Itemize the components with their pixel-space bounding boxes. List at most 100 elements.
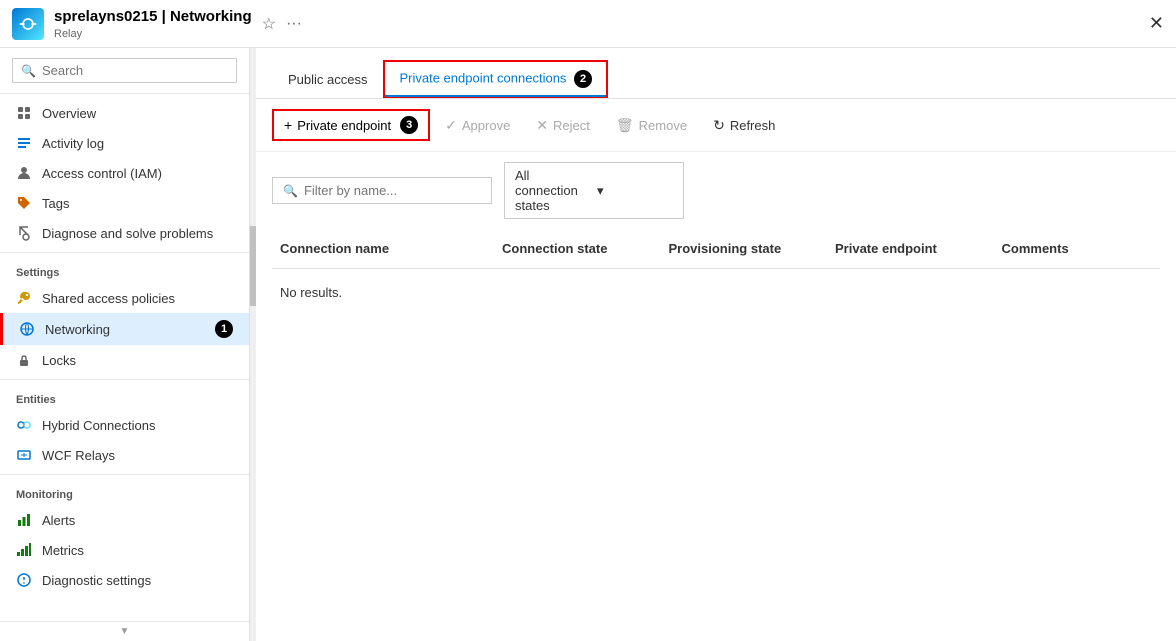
col-connection-name: Connection name	[272, 237, 494, 260]
sidebar-item-networking[interactable]: Networking 1	[0, 313, 249, 345]
scroll-down-indicator: ▼	[0, 621, 249, 641]
sidebar-item-label: WCF Relays	[42, 448, 115, 463]
sidebar-scrollbar	[250, 48, 256, 641]
main-layout: 🔍 Overview Activity log	[0, 48, 1176, 641]
page-title: sprelayns0215 | Networking	[54, 8, 252, 25]
sidebar-item-label: Networking	[45, 322, 110, 337]
private-endpoint-button[interactable]: + Private endpoint 3	[272, 109, 430, 141]
button-label: Approve	[462, 118, 510, 133]
sidebar-item-hybrid-connections[interactable]: Hybrid Connections	[0, 410, 249, 440]
section-monitoring: Monitoring	[0, 474, 249, 505]
lock-icon	[16, 352, 32, 368]
sidebar-search: 🔍	[0, 48, 249, 94]
sidebar-item-label: Shared access policies	[42, 291, 175, 306]
sidebar-item-locks[interactable]: Locks	[0, 345, 249, 375]
chevron-down-icon: ▾	[597, 183, 673, 199]
tab-label: Private endpoint connections	[399, 70, 566, 85]
favorite-button[interactable]: ☆	[262, 14, 276, 34]
table-header: Connection name Connection state Provisi…	[272, 229, 1160, 269]
search-box: 🔍	[12, 58, 237, 83]
overview-icon	[16, 105, 32, 121]
col-connection-state: Connection state	[494, 237, 661, 260]
step-badge-1: 1	[215, 320, 233, 338]
search-input[interactable]	[42, 63, 228, 78]
connection-state-dropdown[interactable]: All connection states ▾	[504, 162, 684, 219]
sidebar-item-label: Access control (IAM)	[42, 166, 162, 181]
diagnostic-icon	[16, 572, 32, 588]
button-label: Remove	[639, 118, 687, 133]
remove-button[interactable]: 🗑 Remove	[605, 111, 698, 140]
section-entities: Entities	[0, 379, 249, 410]
plus-icon: +	[284, 117, 292, 133]
alerts-icon	[16, 512, 32, 528]
more-button[interactable]: ···	[286, 15, 302, 33]
filter-input-box: 🔍	[272, 177, 492, 204]
sidebar-item-wcf-relays[interactable]: WCF Relays	[0, 440, 249, 470]
wcf-icon	[16, 447, 32, 463]
title-bar: sprelayns0215 | Networking Relay ☆ ··· ✕	[0, 0, 1176, 48]
sidebar-item-label: Locks	[42, 353, 76, 368]
col-provisioning-state: Provisioning state	[661, 237, 828, 260]
toolbar: + Private endpoint 3 ✓ Approve ✕ Reject …	[256, 99, 1176, 152]
sidebar-item-label: Tags	[42, 196, 69, 211]
col-comments: Comments	[994, 237, 1161, 260]
sidebar-item-tags[interactable]: Tags	[0, 188, 249, 218]
sidebar-item-label: Hybrid Connections	[42, 418, 155, 433]
search-icon: 🔍	[21, 64, 36, 78]
network-icon	[19, 321, 35, 337]
sidebar-item-label: Activity log	[42, 136, 104, 151]
no-results-message: No results.	[272, 269, 1160, 316]
filter-row: 🔍 All connection states ▾	[256, 152, 1176, 229]
tags-icon	[16, 195, 32, 211]
sidebar: 🔍 Overview Activity log	[0, 48, 250, 641]
sidebar-item-label: Diagnostic settings	[42, 573, 151, 588]
activity-log-icon	[16, 135, 32, 151]
sidebar-item-activity-log[interactable]: Activity log	[0, 128, 249, 158]
tabs: Public access Private endpoint connectio…	[256, 60, 1176, 99]
reject-icon: ✕	[536, 117, 548, 134]
filter-icon: 🔍	[283, 184, 298, 198]
filter-input[interactable]	[304, 183, 481, 198]
step-badge-2: 2	[574, 70, 592, 88]
sidebar-item-diagnose[interactable]: Diagnose and solve problems	[0, 218, 249, 248]
content-area: Public access Private endpoint connectio…	[256, 48, 1176, 641]
metrics-icon	[16, 542, 32, 558]
button-label: Private endpoint	[297, 118, 391, 133]
close-button[interactable]: ✕	[1149, 13, 1164, 34]
tab-public-access[interactable]: Public access	[272, 60, 383, 98]
table-container: Connection name Connection state Provisi…	[256, 229, 1176, 316]
step-badge-3: 3	[400, 116, 418, 134]
refresh-icon: ↻	[713, 117, 725, 134]
remove-icon: 🗑	[616, 117, 634, 134]
button-label: Reject	[553, 118, 590, 133]
sidebar-item-diagnostic-settings[interactable]: Diagnostic settings	[0, 565, 249, 595]
dropdown-label: All connection states	[515, 168, 591, 213]
sidebar-item-label: Overview	[42, 106, 96, 121]
diagnose-icon	[16, 225, 32, 241]
app-icon	[12, 8, 44, 40]
reject-button[interactable]: ✕ Reject	[525, 111, 601, 140]
col-private-endpoint: Private endpoint	[827, 237, 994, 260]
sidebar-item-alerts[interactable]: Alerts	[0, 505, 249, 535]
section-settings: Settings	[0, 252, 249, 283]
approve-icon: ✓	[445, 117, 457, 134]
key-icon	[16, 290, 32, 306]
sidebar-item-overview[interactable]: Overview	[0, 98, 249, 128]
sidebar-item-label: Alerts	[42, 513, 75, 528]
iam-icon	[16, 165, 32, 181]
sidebar-item-shared-access[interactable]: Shared access policies	[0, 283, 249, 313]
sidebar-item-metrics[interactable]: Metrics	[0, 535, 249, 565]
button-label: Refresh	[730, 118, 776, 133]
title-text: sprelayns0215 | Networking Relay	[54, 8, 252, 40]
title-left: sprelayns0215 | Networking Relay ☆ ···	[12, 8, 302, 40]
sidebar-item-label: Diagnose and solve problems	[42, 226, 213, 241]
sidebar-nav: Overview Activity log Access control (IA…	[0, 94, 249, 621]
sidebar-item-label: Metrics	[42, 543, 84, 558]
tab-private-endpoint[interactable]: Private endpoint connections 2	[383, 60, 608, 98]
refresh-button[interactable]: ↻ Refresh	[702, 111, 786, 140]
hybrid-icon	[16, 417, 32, 433]
sidebar-scrollbar-thumb	[250, 226, 256, 306]
sidebar-item-access-control[interactable]: Access control (IAM)	[0, 158, 249, 188]
subtitle: Relay	[54, 28, 82, 40]
approve-button[interactable]: ✓ Approve	[434, 111, 521, 140]
